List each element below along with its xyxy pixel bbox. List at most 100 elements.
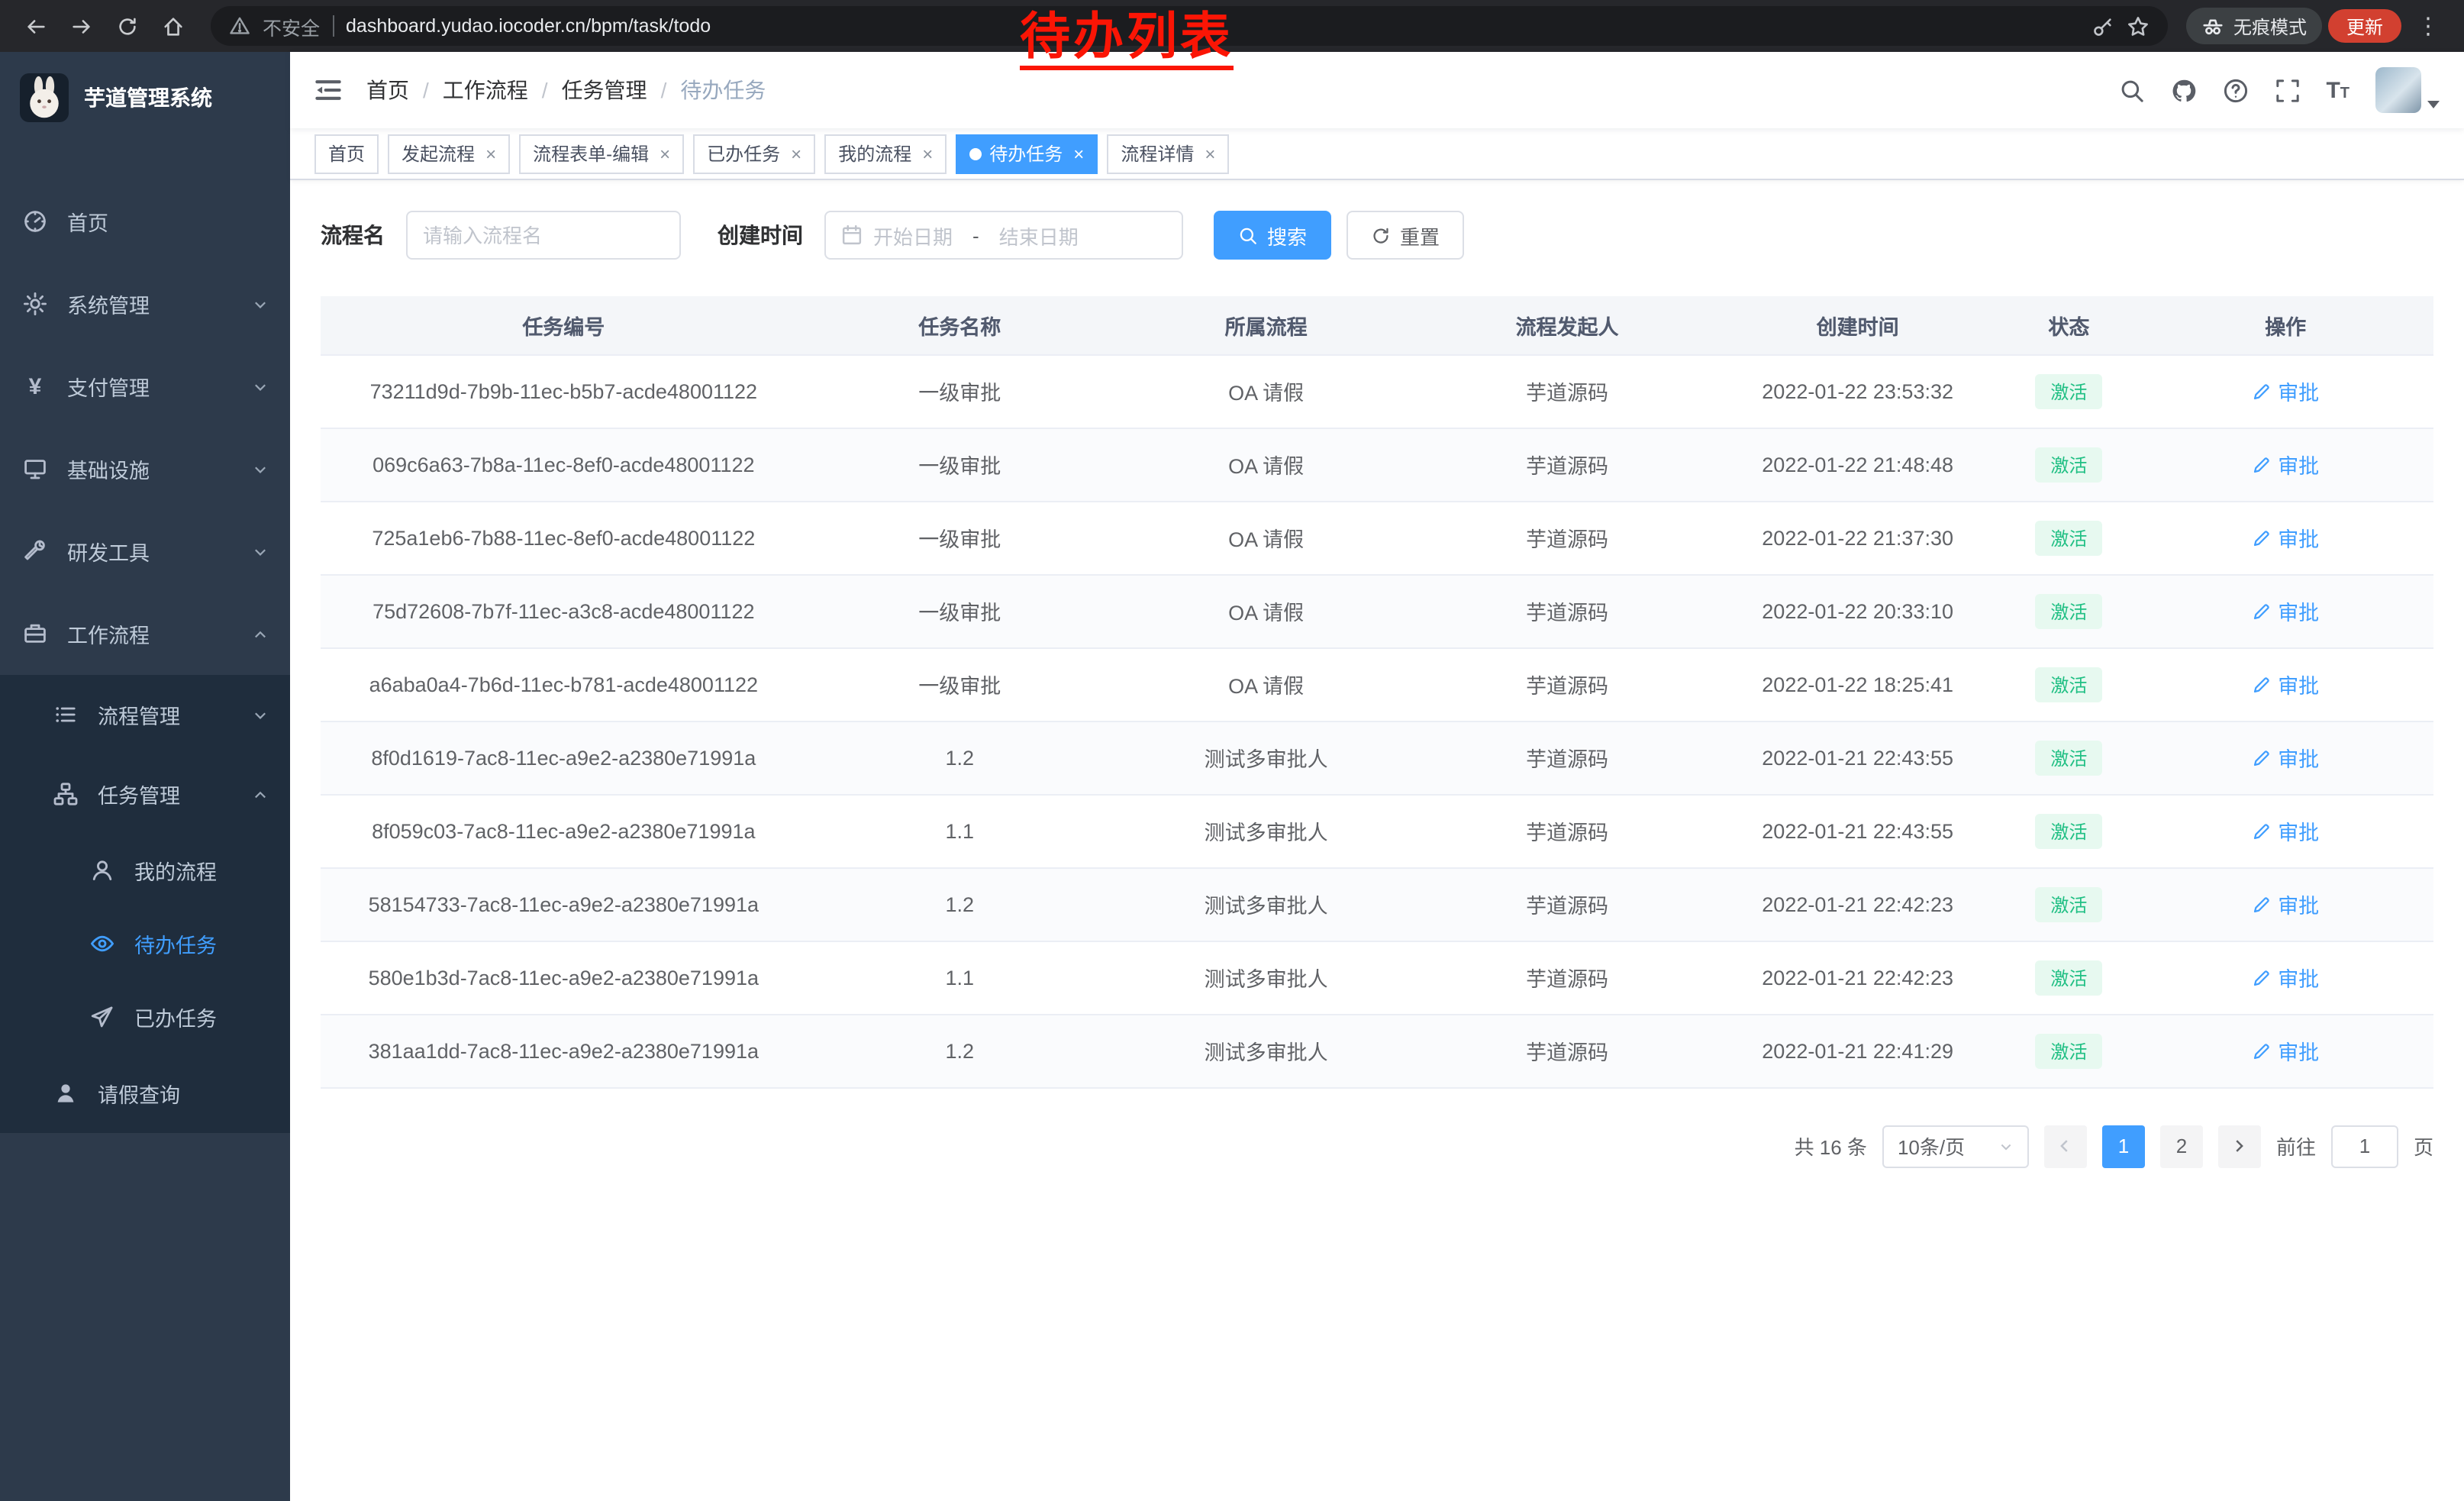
close-icon[interactable]: × [791,143,801,164]
edit-pen-icon [2252,454,2272,474]
table-body: 73211d9d-7b9b-11ec-b5b7-acde48001122 一级审… [321,354,2433,1087]
close-icon[interactable]: × [1205,143,1215,164]
sidebar-toggle-icon[interactable] [314,76,342,104]
cell-process: OA 请假 [1113,354,1419,428]
page-button-2[interactable]: 2 [2160,1125,2203,1167]
sidebar-item-process-management[interactable]: 流程管理 [0,675,290,754]
sidebar-item-system[interactable]: 系统管理 [0,263,290,345]
table-row: 069c6a63-7b8a-11ec-8ef0-acde48001122 一级审… [321,428,2433,501]
security-warning-icon[interactable] [229,15,250,37]
status-badge: 激活 [2035,593,2102,628]
tools-icon [21,539,49,563]
close-icon[interactable]: × [922,143,933,164]
tab-done-tasks[interactable]: 已办任务× [693,134,815,173]
cell-initiator: 芋道源码 [1419,941,1715,1014]
fullscreen-icon[interactable] [2274,77,2300,103]
tab-process-detail[interactable]: 流程详情× [1107,134,1229,173]
approve-link[interactable]: 审批 [2252,376,2319,406]
breadcrumb-item-home[interactable]: 首页 [366,75,409,105]
edit-pen-icon [2252,528,2272,547]
cell-process: OA 请假 [1113,574,1419,647]
help-icon[interactable] [2222,77,2248,103]
task-table: 任务编号 任务名称 所属流程 流程发起人 创建时间 状态 操作 73211d9d… [321,296,2433,1088]
cell-task-name: 1.1 [807,794,1113,867]
cell-process: OA 请假 [1113,647,1419,721]
search-icon[interactable] [2118,77,2144,103]
status-badge: 激活 [2035,960,2102,995]
approve-link[interactable]: 审批 [2252,669,2319,699]
chevron-down-icon [252,295,269,312]
bookmark-star-icon[interactable] [2127,15,2150,37]
cell-action: 审批 [2137,647,2433,721]
process-name-input[interactable] [423,224,664,247]
header-task-id: 任务编号 [321,296,807,354]
approve-link[interactable]: 审批 [2252,596,2319,626]
next-page-button[interactable] [2218,1125,2261,1167]
reset-button[interactable]: 重置 [1346,211,1464,260]
page-size-select[interactable]: 10条/页 [1882,1125,2029,1167]
passwords-key-icon[interactable] [2091,15,2114,37]
prev-page-button[interactable] [2044,1125,2087,1167]
browser-reload-button[interactable] [107,6,147,46]
process-name-label: 流程名 [321,220,385,250]
status-badge: 激活 [2035,667,2102,702]
tab-my-processes[interactable]: 我的流程× [824,134,947,173]
page-content: 流程名 创建时间 开始日期 - 结束日期 搜索 [290,180,2464,1501]
sidebar-item-task-management[interactable]: 任务管理 [0,754,290,834]
total-count: 共 16 条 [1795,1131,1867,1160]
chevron-down-icon [2427,101,2440,108]
breadcrumb-separator: / [661,78,667,102]
sidebar-item-my-processes[interactable]: 我的流程 [0,834,290,907]
user-icon [52,1081,79,1106]
github-icon[interactable] [2170,77,2196,103]
sidebar-item-infrastructure[interactable]: 基础设施 [0,428,290,510]
date-range-picker[interactable]: 开始日期 - 结束日期 [824,211,1183,260]
browser-menu-icon[interactable]: ⋮ [2408,12,2449,40]
tab-home[interactable]: 首页 [314,134,379,173]
table-row: 381aa1dd-7ac8-11ec-a9e2-a2380e71991a 1.2… [321,1014,2433,1087]
close-icon[interactable]: × [1073,143,1084,164]
address-bar[interactable]: 不安全 dashboard.yudao.iocoder.cn/bpm/task/… [211,6,2168,46]
user-avatar[interactable] [2375,67,2440,113]
approve-link[interactable]: 审批 [2252,962,2319,993]
cell-process: 测试多审批人 [1113,941,1419,1014]
cell-status: 激活 [2000,354,2137,428]
tab-todo-tasks[interactable]: 待办任务× [956,134,1098,173]
status-badge: 激活 [2035,520,2102,555]
browser-home-button[interactable] [153,6,192,46]
font-size-icon[interactable]: TT [2326,79,2350,102]
browser-back-button[interactable] [15,6,55,46]
search-button[interactable]: 搜索 [1214,211,1331,260]
approve-link[interactable]: 审批 [2252,1035,2319,1066]
approve-link[interactable]: 审批 [2252,889,2319,919]
close-icon[interactable]: × [660,143,670,164]
tab-process-form-edit[interactable]: 流程表单-编辑× [519,134,684,173]
sidebar-item-label: 请假查询 [98,1078,269,1109]
goto-page-input[interactable] [2331,1125,2398,1167]
sidebar-item-home[interactable]: 首页 [0,180,290,263]
browser-forward-button[interactable] [61,6,101,46]
tab-start-process[interactable]: 发起流程× [388,134,510,173]
sidebar-item-payment[interactable]: ¥ 支付管理 [0,345,290,428]
sidebar-item-todo-tasks[interactable]: 待办任务 [0,907,290,980]
table-row: 8f0d1619-7ac8-11ec-a9e2-a2380e71991a 1.2… [321,721,2433,794]
breadcrumb-item-workflow[interactable]: 工作流程 [443,75,528,105]
cell-created: 2022-01-22 20:33:10 [1715,574,2001,647]
approve-link[interactable]: 审批 [2252,522,2319,553]
cell-process: 测试多审批人 [1113,721,1419,794]
browser-update-button[interactable]: 更新 [2328,9,2401,43]
sidebar-item-leave-query[interactable]: 请假查询 [0,1054,290,1133]
cell-status: 激活 [2000,428,2137,501]
page-button-1[interactable]: 1 [2102,1125,2145,1167]
breadcrumb-item-task-management[interactable]: 任务管理 [562,75,647,105]
sidebar-item-devtools[interactable]: 研发工具 [0,510,290,592]
sidebar-item-done-tasks[interactable]: 已办任务 [0,980,290,1054]
approve-link[interactable]: 审批 [2252,449,2319,479]
sidebar-item-workflow[interactable]: 工作流程 [0,592,290,675]
approve-link[interactable]: 审批 [2252,815,2319,846]
cell-initiator: 芋道源码 [1419,867,1715,941]
close-icon[interactable]: × [485,143,496,164]
cell-created: 2022-01-22 23:53:32 [1715,354,2001,428]
cell-initiator: 芋道源码 [1419,794,1715,867]
approve-link[interactable]: 审批 [2252,742,2319,773]
